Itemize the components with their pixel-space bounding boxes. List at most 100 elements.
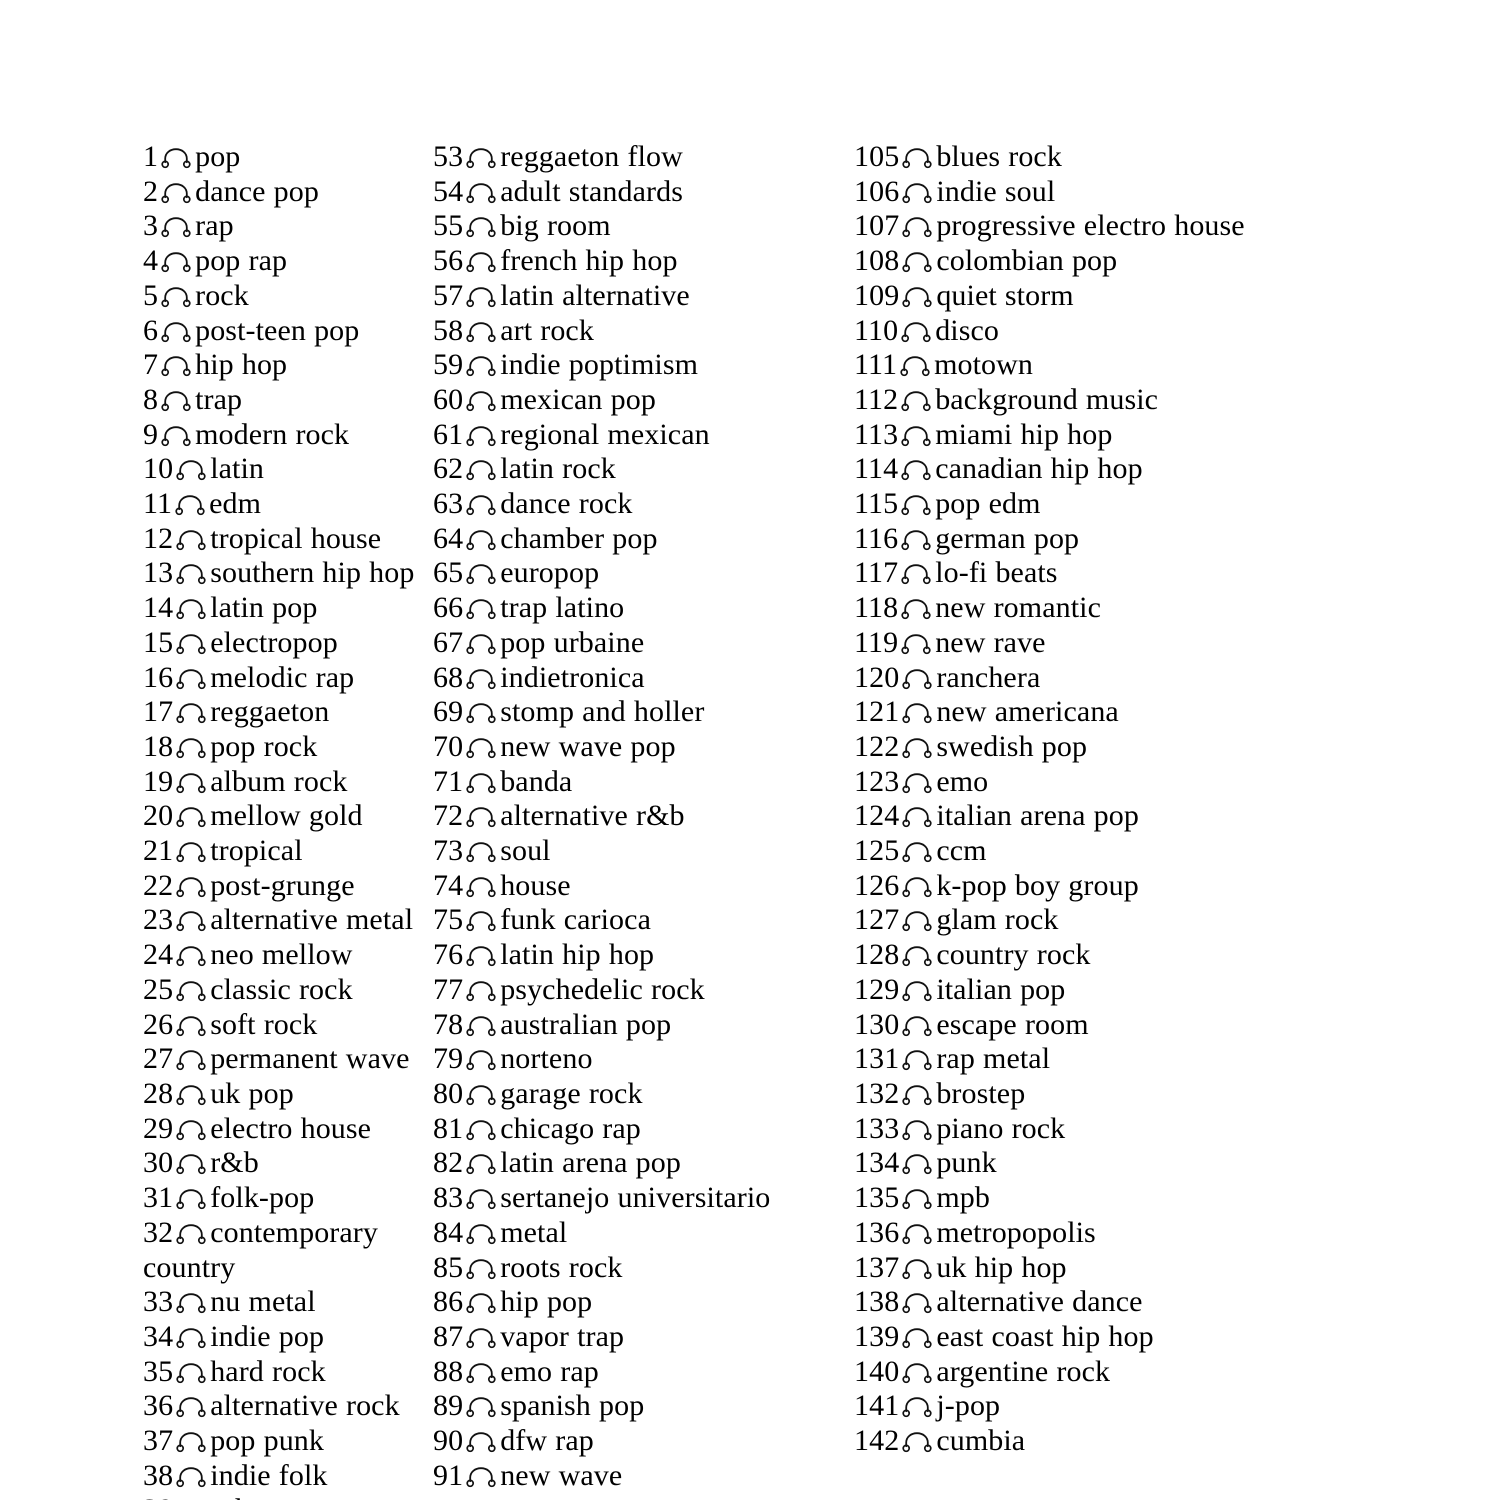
headphone-icon	[176, 703, 206, 724]
headphone-icon	[161, 183, 191, 203]
headphone-icon	[466, 530, 496, 550]
genre-list-item: 6 post-teen pop	[143, 314, 418, 349]
genre-label: indie poptimism	[500, 348, 699, 382]
genre-index: 53	[433, 140, 464, 173]
headphone-icon	[175, 495, 205, 516]
genre-label: dfw rap	[500, 1424, 594, 1458]
genre-index: 66	[433, 591, 464, 625]
genre-list-item: 10 latin	[143, 452, 418, 487]
headphone-icon	[902, 703, 932, 724]
genre-label: new wave	[500, 1458, 623, 1492]
genre-list-item: 107 progressive electro house	[854, 209, 1266, 244]
genre-list-item: 70 new wave pop	[433, 730, 836, 765]
genre-label: r&b	[210, 1146, 259, 1180]
genre-index: 106	[854, 174, 900, 208]
genre-list-item: 112 background music	[854, 383, 1266, 418]
headphone-icon	[466, 252, 496, 273]
genre-label: pop	[195, 140, 241, 173]
headphone-icon	[176, 1015, 206, 1036]
headphone-icon	[176, 460, 206, 481]
genre-index: 17	[143, 695, 174, 729]
genre-label: southern hip hop	[210, 556, 415, 590]
genre-index: 119	[854, 625, 899, 659]
genre-index: 88	[433, 1354, 464, 1388]
genre-index: 19	[143, 764, 174, 798]
genre-label: new americana	[936, 695, 1119, 729]
genre-list-item: 128 country rock	[854, 938, 1266, 973]
genre-label: indie pop	[210, 1319, 325, 1353]
genre-label: europop	[500, 556, 600, 590]
genre-index: 138	[854, 1285, 900, 1319]
genre-label: latin pop	[210, 591, 318, 625]
genre-index: 122	[854, 729, 900, 763]
genre-index: 142	[854, 1424, 900, 1458]
genre-label: tropical	[210, 834, 303, 868]
genre-index: 85	[433, 1250, 464, 1284]
genre-index: 8	[143, 382, 159, 416]
headphone-icon	[176, 1085, 206, 1106]
genre-index: 108	[854, 244, 900, 278]
headphone-icon	[901, 391, 931, 412]
genre-list-item: 20 mellow gold	[143, 799, 418, 834]
genre-index: 30	[143, 1146, 174, 1180]
genre-label: cumbia	[936, 1424, 1026, 1458]
genre-label: emo	[936, 764, 989, 798]
genre-index: 118	[854, 591, 899, 625]
genre-index: 124	[854, 799, 900, 833]
genre-list-item: 71 banda	[433, 765, 836, 800]
genre-label: indie folk	[210, 1458, 328, 1492]
genre-index: 141	[854, 1389, 900, 1423]
genre-list-item: 75 funk carioca	[433, 903, 836, 938]
genre-list-item: 28 uk pop	[143, 1077, 418, 1112]
headphone-icon	[161, 287, 191, 307]
genre-index: 20	[143, 799, 174, 833]
headphone-icon	[176, 772, 206, 793]
headphone-icon	[466, 1189, 496, 1210]
genre-index: 15	[143, 625, 174, 659]
genre-label: canadian hip hop	[935, 452, 1143, 486]
genre-list-item: 91 new wave	[433, 1459, 836, 1494]
genre-index: 9	[143, 417, 159, 451]
genre-list-item: 141 j-pop	[854, 1389, 1266, 1424]
headphone-icon	[466, 287, 496, 307]
genre-label: spanish pop	[500, 1389, 645, 1423]
genre-index: 60	[433, 382, 464, 416]
genre-label: post-teen pop	[195, 313, 360, 347]
genre-list-item: 3 rap	[143, 209, 418, 244]
genre-label: motown	[934, 348, 1034, 382]
headphone-icon	[901, 530, 931, 550]
genre-list-item: 113 miami hip hop	[854, 418, 1266, 453]
genre-index: 59	[433, 348, 464, 382]
genre-label: classic rock	[210, 972, 353, 1006]
genre-index: 133	[854, 1111, 900, 1145]
headphone-icon	[161, 321, 191, 342]
genre-index: 72	[433, 799, 464, 833]
genre-index: 2	[143, 174, 159, 208]
genre-list-item: 120 ranchera	[854, 661, 1266, 696]
headphone-icon	[176, 807, 206, 828]
genre-index: 130	[854, 1007, 900, 1041]
genre-list-item: 23 alternative metal	[143, 903, 418, 938]
genre-list-item: 132 brostep	[854, 1077, 1266, 1112]
headphone-icon	[901, 564, 931, 585]
genre-index: 109	[854, 278, 900, 312]
genre-list-item: 80 garage rock	[433, 1077, 836, 1112]
headphone-icon	[902, 877, 932, 897]
genre-label: folk-pop	[210, 1181, 315, 1215]
genre-index: 24	[143, 938, 174, 972]
genre-label: italian pop	[936, 972, 1066, 1006]
genre-label: australian pop	[500, 1007, 672, 1041]
genre-list-item: 121 new americana	[854, 695, 1266, 730]
genre-label: disco	[935, 313, 1000, 347]
genre-index: 137	[854, 1250, 900, 1284]
genre-index: 29	[143, 1111, 174, 1145]
headphone-icon	[466, 1397, 496, 1418]
genre-list-item: 115 pop edm	[854, 487, 1266, 522]
genre-index: 73	[433, 834, 464, 868]
genre-label: piano rock	[936, 1111, 1066, 1145]
genre-list-item: 16 melodic rap	[143, 661, 418, 696]
genre-index: 126	[854, 868, 900, 902]
genre-label: melodic rap	[210, 660, 355, 694]
genre-index: 62	[433, 452, 464, 486]
genre-label: tropical house	[210, 521, 382, 555]
